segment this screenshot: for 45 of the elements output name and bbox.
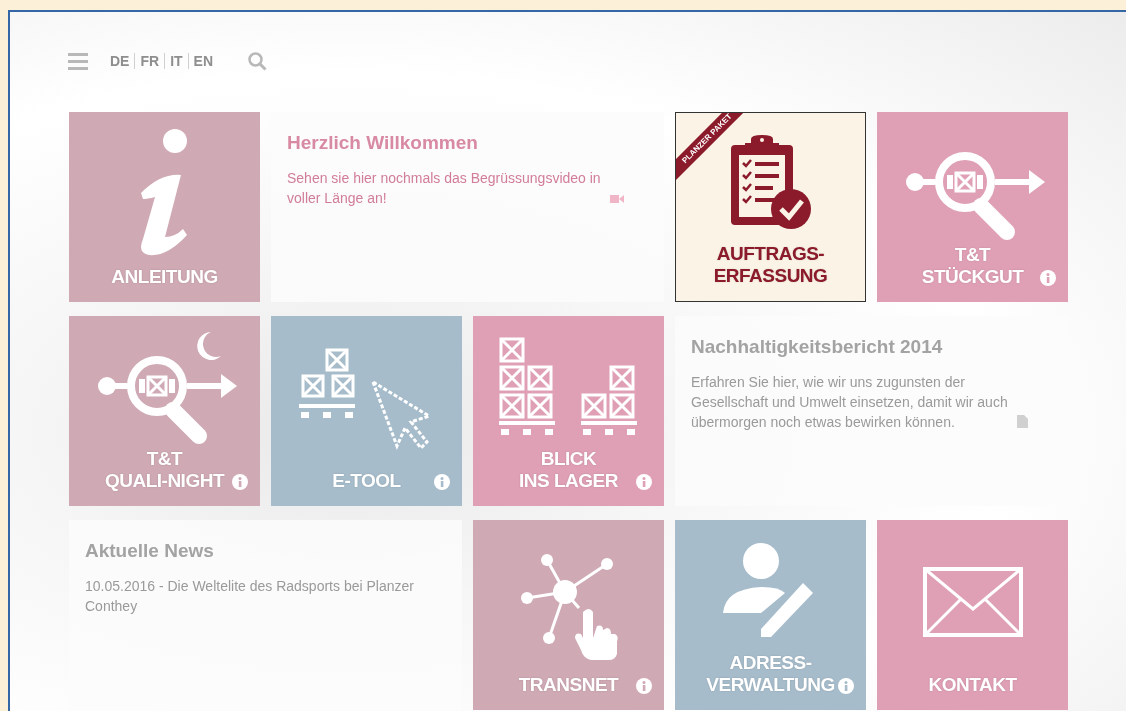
card-title: Herzlich Willkommen <box>287 132 479 154</box>
app-tile[interactable]: ANLEITUNG <box>69 112 260 302</box>
info-icon[interactable] <box>636 678 652 694</box>
tile-label: TRANSNET <box>518 674 619 696</box>
tile-label: T&T <box>954 244 991 266</box>
language-link[interactable]: IT <box>164 53 188 69</box>
app-tile[interactable]: T&T QUALI-NIGHT <box>69 316 260 506</box>
tile-label: QUALI-NIGHT <box>104 470 224 492</box>
info-icon[interactable] <box>838 678 854 694</box>
app-tile[interactable]: BLICK INS LAGER <box>473 316 664 506</box>
tile-label: STÜCKGUT <box>921 266 1024 288</box>
tile-label: E-TOOL <box>332 470 401 492</box>
info-icon[interactable] <box>232 474 248 490</box>
app-tile[interactable]: TRANSNET <box>473 520 664 710</box>
tile-label: VERWALTUNG <box>706 674 835 696</box>
menu-icon[interactable] <box>68 52 88 70</box>
video-camera-icon[interactable] <box>610 194 624 204</box>
document-icon[interactable] <box>1017 415 1028 428</box>
tile-label: T&T <box>146 448 183 470</box>
pallet-boxes-icon <box>498 337 639 437</box>
info-icon[interactable] <box>636 474 652 490</box>
language-link[interactable]: FR <box>134 53 165 69</box>
tile-label: KONTAKT <box>928 674 1017 696</box>
card-title: Nachhaltigkeitsbericht 2014 <box>691 336 944 358</box>
card-text: 10.05.2016 - Die Weltelite des Radsports bei Planzer Conthey <box>85 577 415 616</box>
clipboard-check-icon <box>728 135 813 231</box>
language-link[interactable]: DE <box>110 53 135 69</box>
tile-label: INS LAGER <box>519 470 618 492</box>
language-link[interactable]: EN <box>187 53 219 69</box>
app-tile[interactable]: ADRESS- VERWALTUNG <box>675 520 866 710</box>
card-text: Erfahren Sie hier, wie wir uns zugunsten der Gesellschaft und Umwelt einsetzen, damit wir auch übermorgen noch etwas bewirken können. <box>691 373 1009 432</box>
tile-label: ERFASSUNG <box>713 265 828 287</box>
envelope-icon <box>922 567 1023 637</box>
tile-label: ADRESS- <box>729 652 812 674</box>
card-text: Sehen sie hier nochmals das Begrüssungsvideo in voller Länge an! <box>287 169 602 208</box>
info-icon[interactable] <box>434 474 450 490</box>
app-tile[interactable]: T&T STÜCKGUT <box>877 112 1068 302</box>
info-icon[interactable] <box>1040 270 1056 286</box>
app-tile[interactable]: KONTAKT <box>877 520 1068 710</box>
app-tile[interactable]: E-TOOL <box>271 316 462 506</box>
search-icon[interactable] <box>248 51 268 71</box>
tile-label: AUFTRAGS- <box>716 243 825 265</box>
tile-label: ANLEITUNG <box>111 266 218 288</box>
card-title: Aktuelle News <box>85 540 215 562</box>
tile-label: BLICK <box>540 448 597 470</box>
